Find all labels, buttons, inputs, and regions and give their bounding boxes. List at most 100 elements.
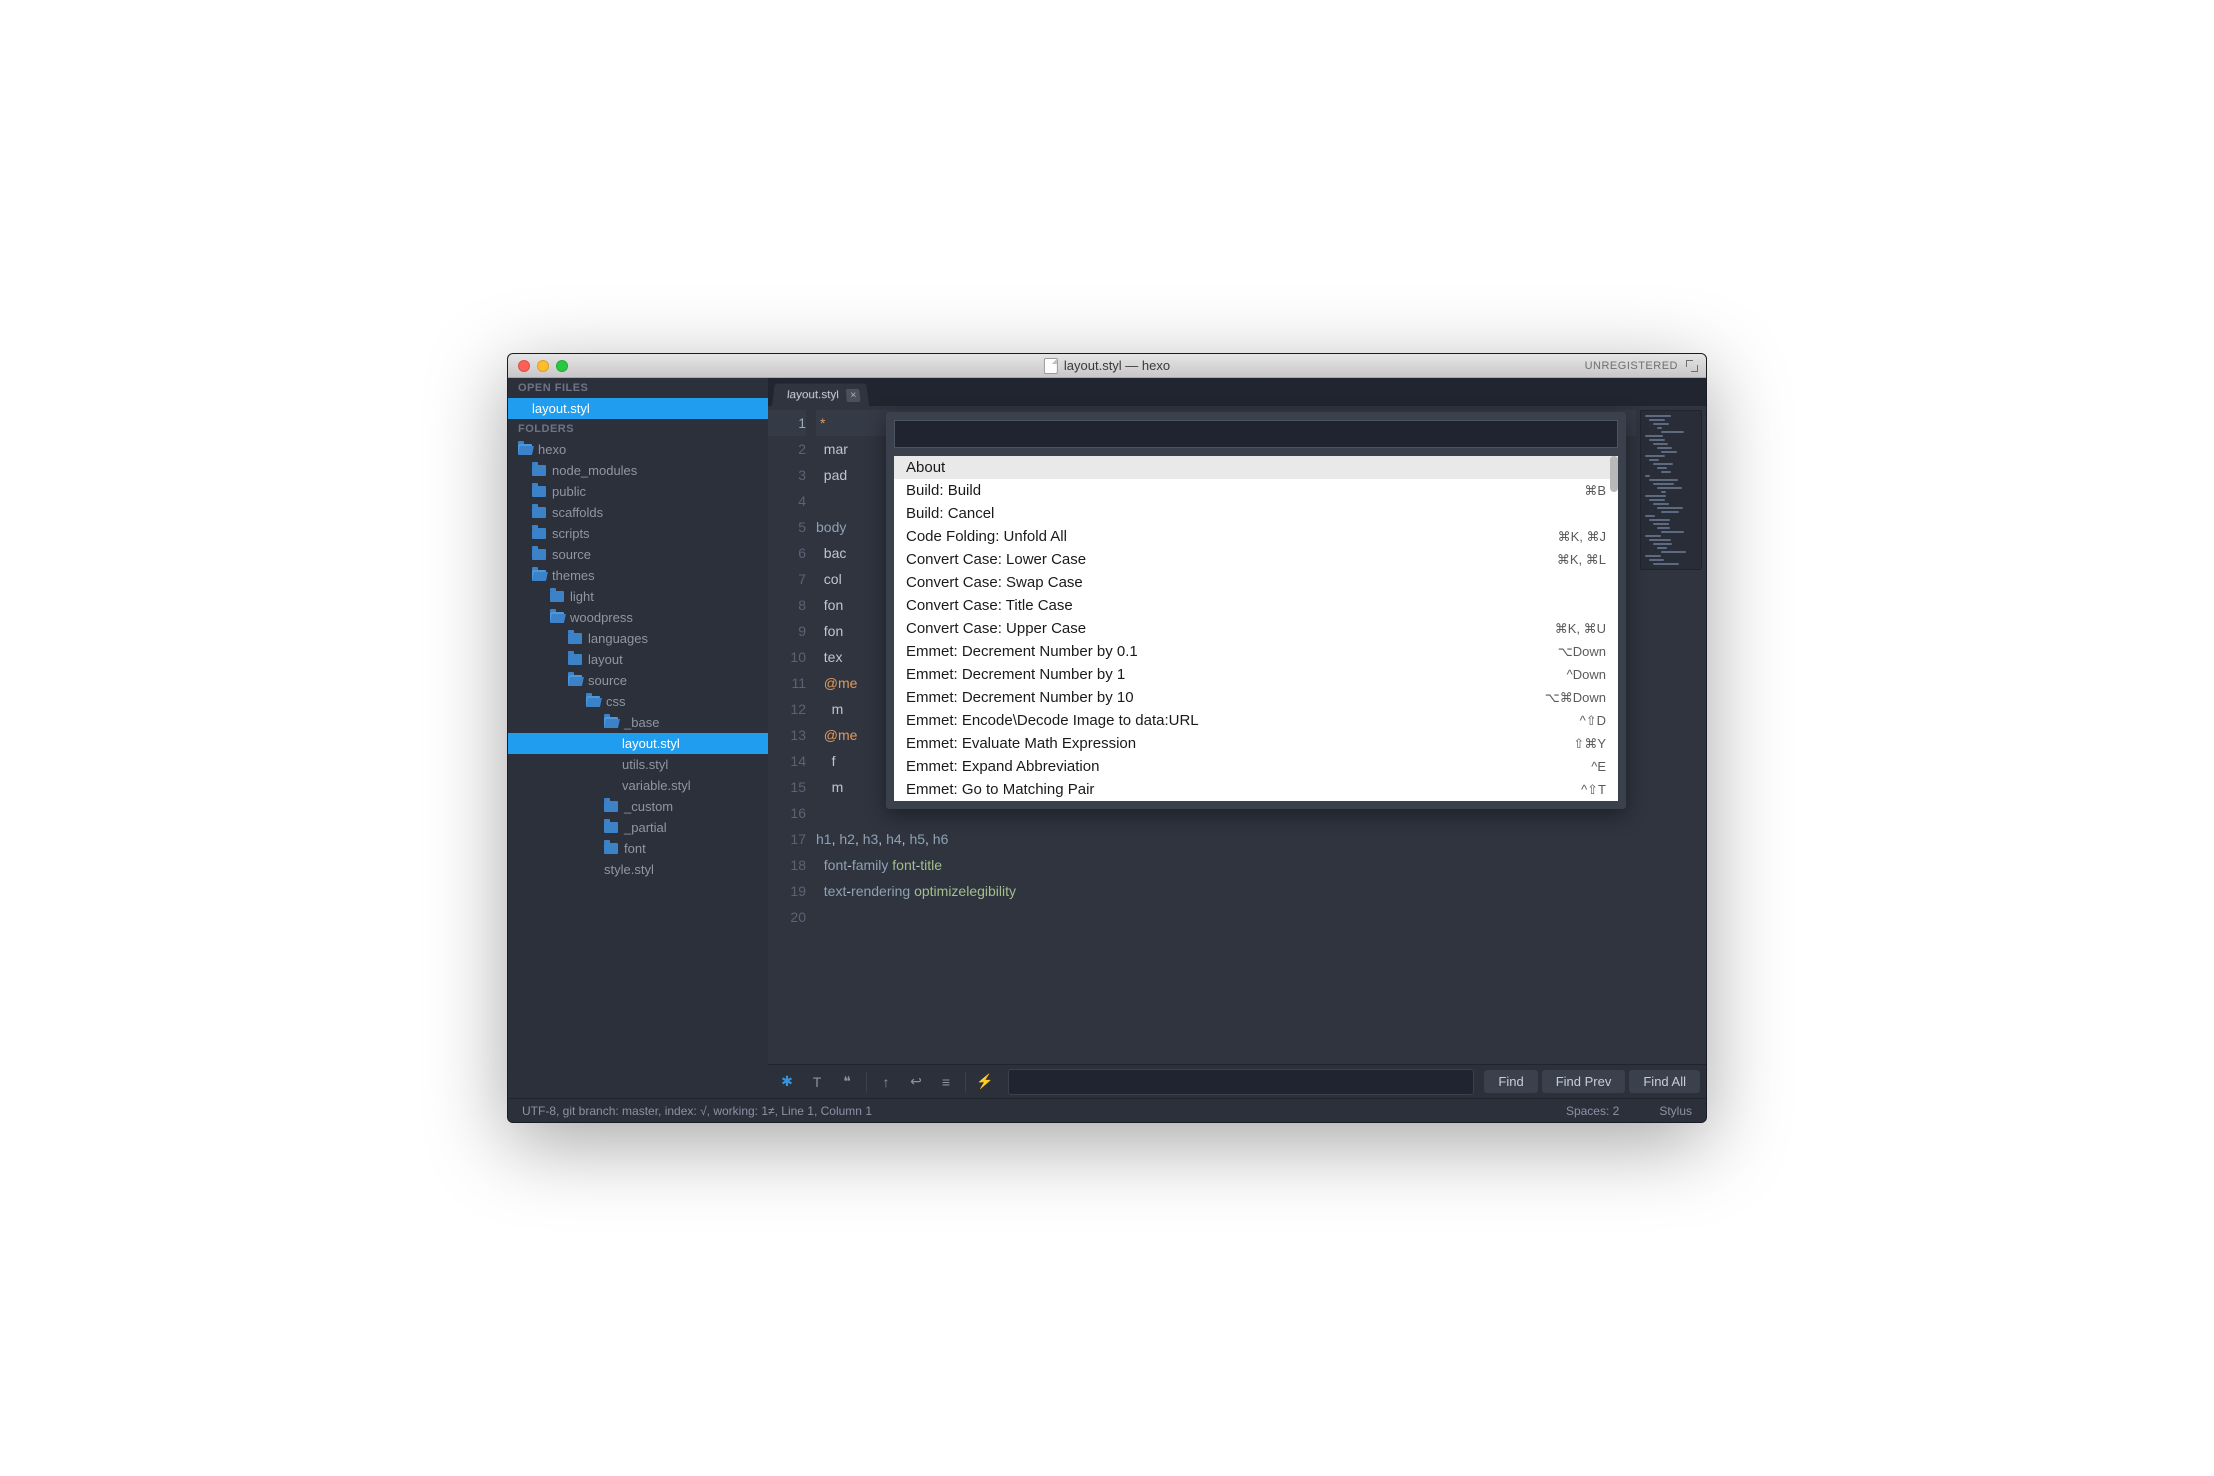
tab-close-icon[interactable]: × [846,389,861,402]
file-tree-folder[interactable]: _base [508,712,768,733]
command-palette-item[interactable]: Emmet: Expand Abbreviation^E [894,755,1618,778]
status-spaces[interactable]: Spaces: 2 [1566,1104,1619,1118]
file-tree-folder[interactable]: hexo [508,439,768,460]
line-number[interactable]: 19 [768,878,806,904]
tab-layout-styl[interactable]: layout.styl × [772,384,869,406]
file-tree-folder[interactable]: _custom [508,796,768,817]
sidebar[interactable]: OPEN FILES layout.styl FOLDERS hexonode_… [508,378,768,1098]
minimap-line [1657,447,1672,449]
file-tree-folder[interactable]: source [508,670,768,691]
file-tree-folder[interactable]: layout [508,649,768,670]
code-line[interactable]: h1, h2, h3, h4, h5, h6 [816,826,1636,852]
tree-label: css [606,694,626,709]
in-selection-icon[interactable]: ≡ [933,1069,959,1095]
file-tree-file[interactable]: style.styl [508,859,768,880]
line-number[interactable]: 17 [768,826,806,852]
command-palette-item[interactable]: Convert Case: Title Case [894,594,1618,617]
file-tree-folder[interactable]: public [508,481,768,502]
titlebar[interactable]: layout.styl — hexo UNREGISTERED [508,354,1706,378]
minimap-line [1657,487,1682,489]
command-palette-item[interactable]: Emmet: Decrement Number by 0.1⌥Down [894,640,1618,663]
minimap-line [1657,527,1670,529]
command-palette-item[interactable]: Emmet: Decrement Number by 10⌥⌘Down [894,686,1618,709]
find-prev-button[interactable]: Find Prev [1542,1070,1626,1093]
line-number[interactable]: 20 [768,904,806,930]
line-number[interactable]: 12 [768,696,806,722]
line-number[interactable]: 10 [768,644,806,670]
command-palette-item[interactable]: Build: Cancel [894,502,1618,525]
minimap[interactable] [1636,406,1706,1064]
file-tree-file[interactable]: utils.styl [508,754,768,775]
minimap-line [1661,551,1686,553]
line-number[interactable]: 2 [768,436,806,462]
file-tree-folder[interactable]: node_modules [508,460,768,481]
find-bar: ✱ T ❝ ↑ ↩ ≡ ⚡ Find Find Prev Find All [768,1064,1706,1098]
file-tree-folder[interactable]: font [508,838,768,859]
find-all-button[interactable]: Find All [1629,1070,1700,1093]
command-palette-item[interactable]: Convert Case: Lower Case⌘K, ⌘L [894,548,1618,571]
command-palette-item[interactable]: Build: Build⌘B [894,479,1618,502]
file-tree-folder[interactable]: scaffolds [508,502,768,523]
file-tree-folder[interactable]: scripts [508,523,768,544]
status-left[interactable]: UTF-8, git branch: master, index: √, wor… [522,1104,872,1118]
command-palette-item[interactable]: Convert Case: Swap Case [894,571,1618,594]
file-tree-file[interactable]: variable.styl [508,775,768,796]
minimap-line [1653,543,1672,545]
line-number[interactable]: 14 [768,748,806,774]
file-tree-folder[interactable]: languages [508,628,768,649]
find-button[interactable]: Find [1484,1070,1537,1093]
case-sensitive-icon[interactable]: T [804,1069,830,1095]
line-number[interactable]: 9 [768,618,806,644]
line-number[interactable]: 8 [768,592,806,618]
file-tree-folder[interactable]: light [508,586,768,607]
file-tree-folder[interactable]: _partial [508,817,768,838]
file-tree-folder[interactable]: themes [508,565,768,586]
line-number[interactable]: 4 [768,488,806,514]
minimap-line [1661,431,1684,433]
minimize-window-icon[interactable] [537,360,549,372]
line-number[interactable]: 18 [768,852,806,878]
line-number[interactable]: 11 [768,670,806,696]
command-palette-item[interactable]: Emmet: Encode\Decode Image to data:URL^⇧… [894,709,1618,732]
code-line[interactable]: text-rendering optimizelegibility [816,878,1636,904]
minimap-line [1645,415,1671,417]
line-number[interactable]: 3 [768,462,806,488]
palette-scrollbar[interactable] [1610,456,1618,492]
command-palette-item[interactable]: Code Folding: Unfold All⌘K, ⌘J [894,525,1618,548]
file-tree-folder[interactable]: css [508,691,768,712]
fullscreen-icon[interactable] [1686,360,1698,372]
code-line[interactable]: font-family font-title [816,852,1636,878]
whole-word-icon[interactable]: ❝ [834,1069,860,1095]
tree-label: public [552,484,586,499]
open-file-item[interactable]: layout.styl [508,398,768,419]
line-number[interactable]: 7 [768,566,806,592]
line-number[interactable]: 15 [768,774,806,800]
command-palette-input[interactable] [894,420,1618,448]
open-files-header: OPEN FILES [508,378,768,398]
highlight-icon[interactable]: ⚡ [972,1069,998,1095]
wrap-icon[interactable]: ↩ [903,1069,929,1095]
find-input[interactable] [1008,1069,1474,1095]
file-tree-folder[interactable]: source [508,544,768,565]
line-number[interactable]: 13 [768,722,806,748]
line-number[interactable]: 6 [768,540,806,566]
status-syntax[interactable]: Stylus [1659,1104,1692,1118]
file-tree-file[interactable]: layout.styl [508,733,768,754]
command-palette-item[interactable]: Convert Case: Upper Case⌘K, ⌘U [894,617,1618,640]
code-line[interactable] [816,904,1636,930]
close-window-icon[interactable] [518,360,530,372]
line-number[interactable]: 16 [768,800,806,826]
arrow-up-icon[interactable]: ↑ [873,1069,899,1095]
file-tree-folder[interactable]: woodpress [508,607,768,628]
line-number[interactable]: 5 [768,514,806,540]
line-number[interactable]: 1 [768,410,806,436]
command-palette-item[interactable]: Emmet: Decrement Number by 1^Down [894,663,1618,686]
command-palette-item[interactable]: Emmet: Evaluate Math Expression⇧⌘Y [894,732,1618,755]
command-palette-item[interactable]: About [894,456,1618,479]
minimap-line [1649,499,1665,501]
regex-toggle-icon[interactable]: ✱ [774,1069,800,1095]
zoom-window-icon[interactable] [556,360,568,372]
command-palette-item[interactable]: Emmet: Go to Matching Pair^⇧T [894,778,1618,801]
folder-open-icon [518,444,532,455]
line-gutter[interactable]: 1234567891011121314151617181920 [768,406,816,1064]
